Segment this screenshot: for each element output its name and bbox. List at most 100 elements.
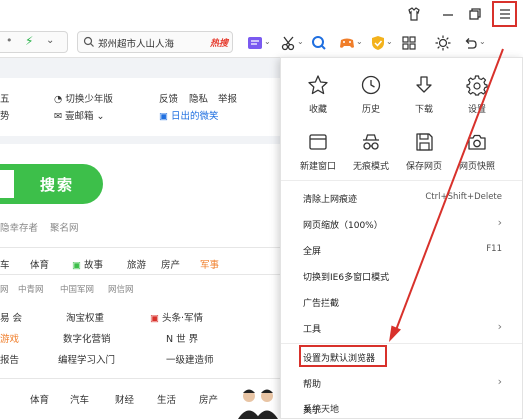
dropdown-icon[interactable]: ⌄ bbox=[297, 37, 304, 46]
nav-link[interactable]: 房产 bbox=[161, 257, 180, 271]
menu-grid-label: 保存网页 bbox=[405, 162, 442, 172]
nav-link[interactable]: ▣ 故事 bbox=[72, 257, 103, 271]
undo-icon[interactable] bbox=[462, 34, 480, 52]
lightning-icon[interactable]: ⚡ bbox=[25, 34, 33, 48]
menu-item-label: 切换到IE6多窗口模式 bbox=[303, 273, 390, 283]
title-bar bbox=[0, 0, 523, 27]
menu-divider bbox=[281, 180, 522, 181]
dropdown-icon[interactable]: ⌄ bbox=[479, 37, 486, 46]
mail-link[interactable]: ✉ 壹邮箱 ⌄ bbox=[54, 108, 104, 122]
menu-grid-label: 无痕模式 bbox=[352, 162, 389, 172]
restore-icon[interactable] bbox=[467, 6, 483, 22]
weibo-link[interactable]: ▣ 日出的微笑 bbox=[159, 108, 219, 122]
list-link[interactable]: 报告 bbox=[0, 352, 19, 366]
list-link[interactable]: 编程学习入门 bbox=[58, 352, 115, 366]
bottom-nav-link[interactable]: 体育 bbox=[30, 392, 49, 406]
nav-link[interactable]: 车 bbox=[0, 257, 10, 271]
list-link[interactable]: 易 会 bbox=[0, 310, 22, 324]
menu-save-page[interactable]: 保存网页 bbox=[399, 131, 449, 172]
youth-toggle[interactable]: ◔ 切换少年版 bbox=[54, 91, 113, 105]
nav-link[interactable]: 军事 bbox=[200, 257, 219, 271]
menu-new-window[interactable]: 新建窗口 bbox=[293, 131, 343, 172]
toutiao-icon: ▣ bbox=[150, 313, 159, 324]
menu-item-label: 全屏 bbox=[303, 247, 322, 257]
nav-label: 故事 bbox=[84, 260, 104, 271]
menu-item-label: 广告拦截 bbox=[303, 299, 340, 309]
menu-item-shortcut: Ctrl+Shift+Delete bbox=[425, 192, 502, 202]
search-button[interactable]: 搜索 bbox=[0, 164, 103, 204]
list-link[interactable]: ▣ 头条·军情 bbox=[150, 310, 203, 324]
search-text: 郑州超市人山人海 bbox=[98, 39, 175, 50]
menu-item-fullscreen[interactable]: 全屏 F11 bbox=[281, 239, 522, 263]
hot-badge[interactable]: 热搜 bbox=[210, 36, 228, 49]
menu-snapshot[interactable]: 网页快照 bbox=[452, 131, 502, 172]
dropdown-icon[interactable]: ⌄ bbox=[264, 37, 271, 46]
nav-link[interactable]: 旅游 bbox=[127, 257, 146, 271]
youth-label: 切换少年版 bbox=[65, 94, 113, 105]
site-link[interactable]: 中国军网 bbox=[60, 283, 94, 295]
search-box-end[interactable] bbox=[0, 170, 14, 198]
divider bbox=[0, 247, 280, 248]
clock-icon bbox=[361, 75, 381, 95]
list-link[interactable]: N 世 界 bbox=[166, 331, 198, 345]
search-tool-icon[interactable] bbox=[310, 34, 328, 52]
chevron-down-icon[interactable]: ⌄ bbox=[46, 35, 54, 46]
save-icon bbox=[416, 133, 433, 151]
menu-item-clear-history[interactable]: 清除上网痕迹 Ctrl+Shift+Delete bbox=[281, 187, 522, 211]
hot-word[interactable]: 聚名网 bbox=[50, 220, 79, 234]
bottom-nav-link[interactable]: 生活 bbox=[157, 392, 176, 406]
download-icon bbox=[416, 76, 432, 93]
hamburger-icon bbox=[499, 9, 510, 19]
menu-item-help[interactable]: 帮助 › bbox=[281, 372, 522, 396]
menu-downloads[interactable]: 下载 bbox=[399, 74, 449, 115]
apps-grid-icon[interactable] bbox=[400, 34, 418, 52]
shield-icon[interactable] bbox=[369, 34, 387, 52]
extension-icon[interactable] bbox=[246, 34, 264, 52]
submenu-arrow-icon: › bbox=[497, 320, 502, 333]
nav-link[interactable]: 体育 bbox=[30, 257, 49, 271]
menu-item-label: 网页缩放（100%） bbox=[303, 221, 383, 231]
game-icon[interactable] bbox=[338, 34, 356, 52]
hot-word[interactable]: 隐幸存者 bbox=[0, 220, 38, 234]
menu-grid-label: 新建窗口 bbox=[299, 162, 336, 172]
dot-icon: • bbox=[6, 34, 13, 47]
site-link[interactable]: 网信网 bbox=[108, 283, 134, 295]
menu-history[interactable]: 历史 bbox=[346, 74, 396, 115]
menu-item-label: 清除上网痕迹 bbox=[303, 195, 358, 205]
menu-item-label: 帮助 bbox=[303, 380, 322, 390]
menu-item-shortcut: F11 bbox=[486, 244, 502, 254]
page-text: 五 bbox=[0, 94, 10, 105]
feedback-link[interactable]: 反馈 bbox=[159, 91, 178, 105]
menu-incognito[interactable]: 无痕模式 bbox=[346, 131, 396, 172]
menu-settings[interactable]: 设置 bbox=[452, 74, 502, 115]
privacy-link[interactable]: 隐私 bbox=[189, 91, 208, 105]
site-link[interactable]: 中青网 bbox=[18, 283, 44, 295]
menu-item-tools[interactable]: 工具 › bbox=[281, 317, 522, 341]
bottom-nav-link[interactable]: 房产 bbox=[199, 392, 218, 406]
skin-icon[interactable] bbox=[406, 6, 422, 22]
dropdown-icon[interactable]: ⌄ bbox=[356, 37, 363, 46]
menu-item-zoom[interactable]: 网页缩放（100%） › bbox=[281, 213, 522, 237]
main-menu-button[interactable] bbox=[492, 1, 517, 27]
menu-item-ie6-mode[interactable]: 切换到IE6多窗口模式 bbox=[281, 265, 522, 289]
address-bar[interactable]: • ⚡ ⌄ bbox=[0, 31, 68, 53]
submenu-arrow-icon: › bbox=[497, 216, 502, 229]
search-input[interactable]: 郑州超市人山人海 热搜 bbox=[77, 31, 233, 53]
submenu-arrow-icon: › bbox=[497, 375, 502, 388]
list-link[interactable]: 淘宝权重 bbox=[66, 310, 104, 324]
divider bbox=[0, 274, 280, 275]
brightness-icon[interactable] bbox=[434, 34, 452, 52]
scissors-icon[interactable] bbox=[280, 34, 298, 52]
weibo-label: 日出的微笑 bbox=[171, 111, 219, 122]
site-link[interactable]: 网 bbox=[0, 283, 9, 295]
list-link[interactable]: 一级建造师 bbox=[166, 352, 214, 366]
bottom-nav-link[interactable]: 汽车 bbox=[70, 392, 89, 406]
menu-favorites[interactable]: 收藏 bbox=[293, 74, 343, 115]
list-link[interactable]: 数字化营销 bbox=[63, 331, 111, 345]
minimize-icon[interactable] bbox=[440, 6, 456, 22]
list-link[interactable]: 游戏 bbox=[0, 331, 19, 345]
bottom-nav-link[interactable]: 财经 bbox=[115, 392, 134, 406]
report-link[interactable]: 举报 bbox=[218, 91, 237, 105]
menu-item-adblock[interactable]: 广告拦截 bbox=[281, 291, 522, 315]
dropdown-icon[interactable]: ⌄ bbox=[386, 37, 393, 46]
